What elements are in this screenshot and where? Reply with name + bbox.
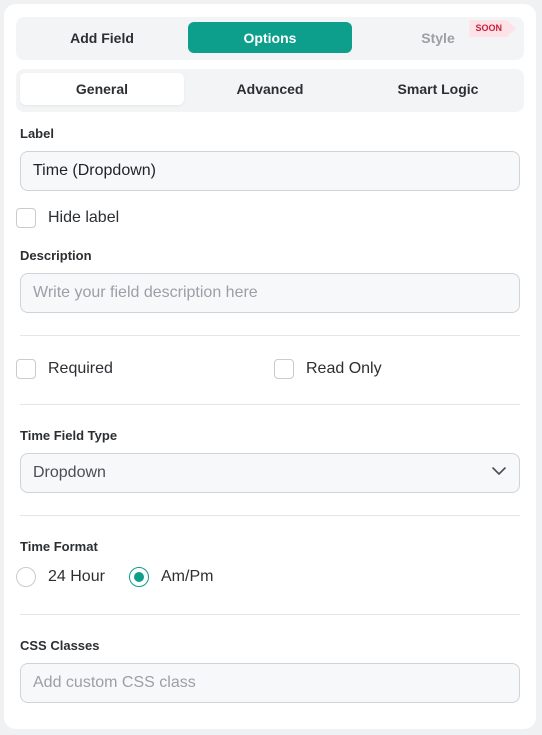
subtab-smart-logic[interactable]: Smart Logic xyxy=(356,73,520,105)
time-format-am-pm-text: Am/Pm xyxy=(161,568,214,585)
time-format-24-hour-text: 24 Hour xyxy=(48,568,105,585)
time-format-am-pm-option[interactable]: Am/Pm xyxy=(129,567,213,587)
subtab-general[interactable]: General xyxy=(20,73,184,105)
hide-label-option[interactable]: Hide label xyxy=(16,208,119,228)
css-classes-label: CSS Classes xyxy=(20,638,100,653)
required-checkbox[interactable] xyxy=(16,359,36,379)
chevron-down-icon xyxy=(491,463,507,484)
time-field-type-label: Time Field Type xyxy=(20,428,118,443)
divider xyxy=(20,335,520,336)
css-classes-input[interactable]: Add custom CSS class xyxy=(20,663,520,703)
divider xyxy=(20,614,520,615)
time-format-am-pm-radio[interactable] xyxy=(129,567,149,587)
divider xyxy=(20,404,520,405)
label-input[interactable]: Time (Dropdown) xyxy=(20,151,520,191)
top-tab-bar: Add Field Options Style SOON xyxy=(16,17,524,60)
label-field-label: Label xyxy=(20,126,54,141)
subtab-advanced[interactable]: Advanced xyxy=(188,73,352,105)
description-input[interactable]: Write your field description here xyxy=(20,273,520,313)
hide-label-checkbox[interactable] xyxy=(16,208,36,228)
sub-tab-bar: General Advanced Smart Logic xyxy=(16,69,524,112)
tab-options[interactable]: Options xyxy=(188,22,352,53)
read-only-text: Read Only xyxy=(306,360,382,377)
divider xyxy=(20,515,520,516)
description-label: Description xyxy=(20,248,92,263)
time-field-type-select[interactable]: Dropdown xyxy=(20,453,520,493)
time-field-type-value: Dropdown xyxy=(33,464,106,481)
time-format-24-hour-radio[interactable] xyxy=(16,567,36,587)
hide-label-text: Hide label xyxy=(48,209,120,226)
field-options-panel: Add Field Options Style SOON General Adv… xyxy=(4,4,536,729)
read-only-checkbox[interactable] xyxy=(274,359,294,379)
required-text: Required xyxy=(48,360,113,377)
required-option[interactable]: Required xyxy=(16,359,113,379)
soon-badge: SOON xyxy=(469,20,516,37)
time-format-label: Time Format xyxy=(20,539,98,554)
read-only-option[interactable]: Read Only xyxy=(274,359,382,379)
tab-add-field[interactable]: Add Field xyxy=(20,22,184,53)
time-format-24-hour-option[interactable]: 24 Hour xyxy=(16,567,105,587)
